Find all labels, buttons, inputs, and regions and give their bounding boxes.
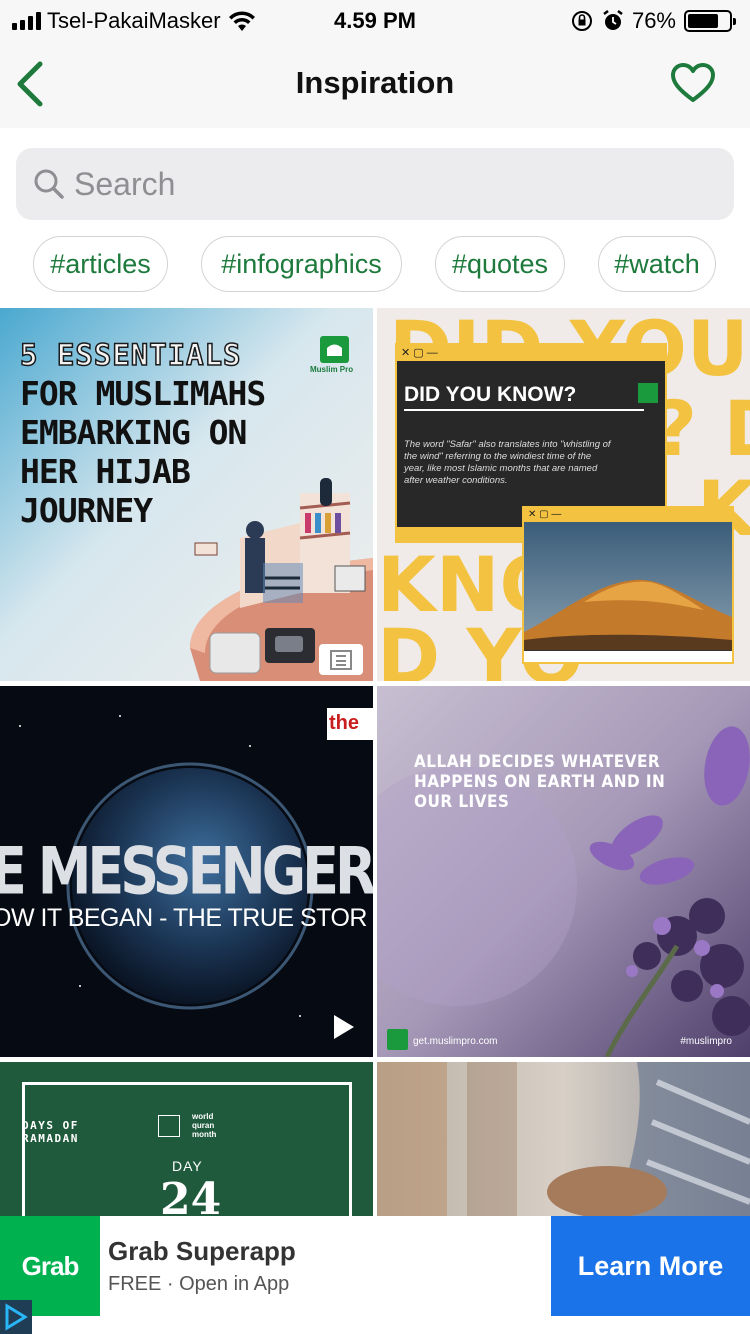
search-area: #articles #infographics #quotes #watch: [0, 128, 750, 308]
tag-list: #articles #infographics #quotes #watch: [0, 236, 750, 292]
day-number: 24: [160, 1174, 222, 1216]
quote-text: ALLAH DECIDES WHATEVER HAPPENS ON EARTH …: [414, 752, 666, 812]
video-subline: OW IT BEGAN - THE TRUE STOR: [0, 904, 367, 932]
ad-title[interactable]: Grab Superapp: [108, 1236, 296, 1267]
search-input[interactable]: [74, 148, 714, 220]
window-controls-icon: ✕ ▢ —: [397, 345, 665, 361]
day-label: DAY: [172, 1158, 203, 1174]
divider: [404, 409, 644, 411]
heart-icon[interactable]: [670, 62, 716, 104]
ad-subtitle: FREE · Open in App: [108, 1273, 290, 1295]
video-tile-messenger[interactable]: the E MESSENGER OF GO OW IT BEGAN - THE …: [0, 686, 373, 1057]
ad-banner[interactable]: Grab Grab Superapp FREE · Open in App Le…: [0, 1216, 750, 1334]
battery-fill: [688, 14, 719, 28]
tag-watch[interactable]: #watch: [598, 236, 716, 292]
article-heading: 5 ESSENTIALS: [19, 337, 242, 373]
tile-days-of-ramadan[interactable]: DAYS OF RAMADAN world quran month DAY 24: [0, 1062, 373, 1216]
photo-image: [377, 1062, 750, 1216]
hashtag-label: #muslimpro: [680, 1036, 732, 1047]
source-url: get.muslimpro.com: [413, 1036, 498, 1047]
battery-percent: 76%: [631, 8, 676, 33]
status-bar: Tsel-PakaiMasker 4.59 PM 76%: [0, 0, 750, 40]
tag-articles[interactable]: #articles: [33, 236, 168, 292]
status-right: 76%: [570, 8, 736, 34]
search-box[interactable]: [16, 148, 734, 220]
tag-quotes[interactable]: #quotes: [435, 236, 565, 292]
photo-tile[interactable]: [377, 1062, 750, 1216]
article-title: FOR MUSLIMAHS EMBARKING ON HER HIJAB JOU…: [20, 374, 266, 530]
app-root: Tsel-PakaiMasker 4.59 PM 76% Inspiration…: [0, 0, 750, 1334]
play-icon: [334, 1015, 354, 1039]
brand-label: Muslim Pro: [310, 365, 354, 374]
lavender-image: [377, 686, 750, 1057]
partner-logo: world quran month: [192, 1112, 217, 1139]
ad-choices-icon[interactable]: [0, 1300, 32, 1334]
infographic-tile-did-you-know[interactable]: DID YOU ? D K KNO D YO ✕ ▢ — DID YOU KNO…: [377, 308, 750, 681]
learn-more-button[interactable]: Learn More: [551, 1216, 750, 1316]
desert-photo: [524, 522, 732, 652]
days-label: DAYS OF RAMADAN: [22, 1119, 79, 1145]
scrollbar: [524, 650, 732, 662]
image-window: ✕ ▢ —: [522, 506, 734, 664]
navigation-bar: Inspiration: [0, 40, 750, 128]
muslim-pro-logo-icon: [158, 1115, 180, 1137]
ad-choices-glyph-icon: [5, 1303, 28, 1331]
video-headline: E MESSENGER OF GO: [0, 833, 373, 910]
muslim-pro-logo-icon: [638, 383, 658, 403]
quote-tile-allah-decides[interactable]: ALLAH DECIDES WHATEVER HAPPENS ON EARTH …: [377, 686, 750, 1057]
orientation-lock-icon: [571, 11, 592, 31]
info-title: DID YOU KNOW?: [404, 383, 577, 406]
info-body: The word "Safar" also translates into "w…: [404, 439, 611, 486]
battery-icon: [684, 10, 736, 32]
search-icon: [34, 169, 64, 199]
article-tile-hijab[interactable]: 5 ESSENTIALS FOR MUSLIMAHS EMBARKING ON …: [0, 308, 373, 681]
window-controls-icon: ✕ ▢ —: [524, 508, 732, 522]
tag-infographics[interactable]: #infographics: [201, 236, 402, 292]
channel-logo: the: [327, 708, 373, 740]
page-title: Inspiration: [295, 65, 455, 100]
alarm-icon: [603, 10, 623, 30]
